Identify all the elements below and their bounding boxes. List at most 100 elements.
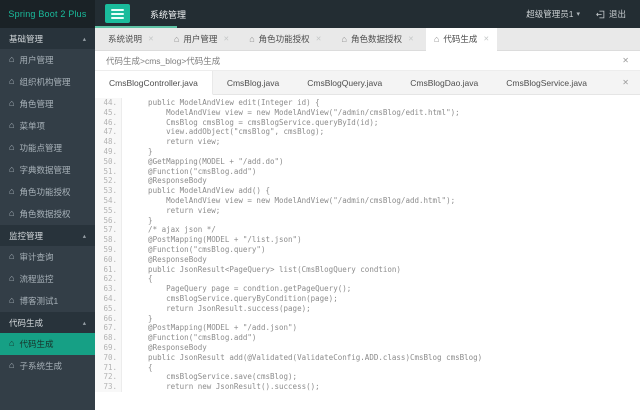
code-line-text: view.addObject("cmsBlog", cmsBlog); <box>130 127 325 137</box>
line-number: 48. <box>95 137 122 147</box>
code-line: 52. @ResponseBody <box>95 176 640 187</box>
hamburger-icon[interactable] <box>105 4 130 23</box>
code-line: 66. } <box>95 313 640 324</box>
code-line-text: return new JsonResult().success(); <box>130 382 320 392</box>
code-line: 73. return new JsonResult().success(); <box>95 382 640 392</box>
file-tab[interactable]: CmsBlogController.java <box>95 71 213 95</box>
code-line-text: @PostMapping(MODEL + "/list.json") <box>130 235 302 245</box>
line-number: 52. <box>95 176 122 187</box>
home-icon: ⌂ <box>9 98 15 108</box>
sidebar-group-header[interactable]: 监控管理 ▴ <box>0 225 95 246</box>
sidebar-group-header[interactable]: 基础管理 ▴ <box>0 28 95 49</box>
tab[interactable]: ⌂ 角色数据授权 ✕ <box>334 28 422 50</box>
tab[interactable]: ⌂ 代码生成 ✕ <box>425 28 498 51</box>
home-icon: ⌂ <box>9 186 15 196</box>
sidebar-item-label: 菜单项 <box>19 121 45 131</box>
line-number: 64. <box>95 293 122 304</box>
file-tab[interactable]: CmsBlogDao.java <box>396 71 492 94</box>
close-icon[interactable]: ✕ <box>622 56 629 65</box>
tab-label: 用户管理 <box>183 34 218 44</box>
logout-button[interactable]: 退出 <box>596 8 626 20</box>
sidebar-item-label: 审计查询 <box>19 252 54 262</box>
home-icon: ⌂ <box>9 142 15 152</box>
code-line: 55. return view; <box>95 205 640 216</box>
line-number: 65. <box>95 303 122 314</box>
tab[interactable]: 系统说明 ✕ <box>100 28 162 50</box>
body-row: 基础管理 ▴ ⌂ 用户管理 ⌂ 组织机构管理 ⌂ 角色管理 ⌂ 菜单项 ⌂ 功能点管理 ⌂ 字典数据管理 ⌂… <box>0 28 640 410</box>
code-line-text: { <box>130 362 153 372</box>
sidebar-item[interactable]: ⌂ 子系统生成 <box>0 355 95 377</box>
home-icon: ⌂ <box>9 54 15 64</box>
file-tab[interactable]: CmsBlogService.java <box>492 71 601 94</box>
line-number: 53. <box>95 186 122 196</box>
top-bar: Spring Boot 2 Plus 系统管理 超级管理员1 ▾ 退出 <box>0 0 640 28</box>
sidebar-group-label: 监控管理 <box>9 230 44 241</box>
sidebar-item[interactable]: ⌂ 审计查询 <box>0 246 95 268</box>
code-line-text: @Function("cmsBlog.add") <box>130 166 257 176</box>
sidebar-item[interactable]: ⌂ 角色数据授权 <box>0 203 95 225</box>
line-number: 45. <box>95 107 122 118</box>
tab-label: 代码生成 <box>443 34 478 44</box>
sidebar-item[interactable]: ⌂ 菜单项 <box>0 115 95 137</box>
home-icon: ⌂ <box>9 120 15 130</box>
code-line: 63. PageQuery page = condtion.getPageQue… <box>95 284 640 294</box>
home-icon: ⌂ <box>9 251 15 261</box>
close-icon[interactable]: ✕ <box>622 78 640 87</box>
close-icon[interactable]: ✕ <box>148 35 154 43</box>
code-line-text: } <box>130 215 153 225</box>
code-line-text: @ResponseBody <box>130 254 207 264</box>
tab-label: 角色功能授权 <box>258 34 310 44</box>
sidebar-item[interactable]: ⌂ 流程监控 <box>0 268 95 290</box>
active-nav-underline <box>95 26 177 28</box>
user-menu[interactable]: 超级管理员1 ▾ <box>526 8 580 20</box>
sidebar-item[interactable]: ⌂ 博客测试1 <box>0 290 95 312</box>
line-number: 68. <box>95 333 122 343</box>
sidebar-item[interactable]: ⌂ 组织机构管理 <box>0 71 95 93</box>
line-number: 57. <box>95 225 122 236</box>
code-line-text: @ResponseBody <box>130 176 207 186</box>
topbar-right: 超级管理员1 ▾ 退出 <box>526 0 640 28</box>
code-line-text: @Function("cmsBlog.add") <box>130 333 257 343</box>
code-line: 69. @ResponseBody <box>95 342 640 353</box>
file-tab-strip: CmsBlogController.java CmsBlog.java CmsBlo… <box>95 71 640 95</box>
code-line: 64. cmsBlogService.queryByCondition(page… <box>95 293 640 304</box>
code-line: 65. return JsonResult.success(page); <box>95 303 640 314</box>
chevron-up-icon: ▴ <box>82 232 86 240</box>
sidebar-item-label: 角色功能授权 <box>19 187 71 197</box>
breadcrumb-bar: 代码生成>cms_blog>代码生成 ✕ <box>95 51 640 71</box>
sidebar-item[interactable]: ⌂ 角色功能授权 <box>0 181 95 203</box>
code-line-text: return JsonResult.success(page); <box>130 303 311 313</box>
tab[interactable]: ⌂ 用户管理 ✕ <box>166 28 237 50</box>
code-line: 54. ModelAndView view = new ModelAndView… <box>95 195 640 206</box>
sidebar-item-label: 字典数据管理 <box>19 165 71 175</box>
close-icon[interactable]: ✕ <box>316 35 322 43</box>
close-icon[interactable]: ✕ <box>223 35 229 43</box>
chevron-down-icon: ▾ <box>576 11 580 18</box>
line-number: 69. <box>95 342 122 353</box>
sidebar-item[interactable]: ⌂ 代码生成 <box>0 333 95 355</box>
code-viewer[interactable]: 44. public ModelAndView edit(Integer id)… <box>95 95 640 410</box>
topnav-item-system-management[interactable]: 系统管理 <box>136 0 200 28</box>
line-number: 61. <box>95 264 122 275</box>
line-number: 47. <box>95 127 122 138</box>
sidebar-item[interactable]: ⌂ 字典数据管理 <box>0 159 95 181</box>
file-tab[interactable]: CmsBlogQuery.java <box>293 71 396 94</box>
close-icon[interactable]: ✕ <box>408 35 414 43</box>
line-number: 46. <box>95 117 122 128</box>
code-line: 59. @Function("cmsBlog.query") <box>95 244 640 255</box>
file-tab[interactable]: CmsBlog.java <box>213 71 293 94</box>
sidebar-item[interactable]: ⌂ 角色管理 <box>0 93 95 115</box>
sidebar-item-label: 用户管理 <box>19 55 54 65</box>
line-number: 62. <box>95 274 122 285</box>
line-number: 71. <box>95 362 122 373</box>
sidebar-group-header[interactable]: 代码生成 ▴ <box>0 312 95 333</box>
tab[interactable]: ⌂ 角色功能授权 ✕ <box>241 28 329 50</box>
line-number: 70. <box>95 352 122 363</box>
code-line-text: PageQuery page = condtion.getPageQuery()… <box>130 284 352 294</box>
home-icon: ⌂ <box>9 76 15 86</box>
sidebar-item[interactable]: ⌂ 用户管理 <box>0 49 95 71</box>
close-icon[interactable]: ✕ <box>483 35 489 43</box>
logout-label: 退出 <box>608 9 626 19</box>
sidebar-item[interactable]: ⌂ 功能点管理 <box>0 137 95 159</box>
line-number: 56. <box>95 215 122 226</box>
